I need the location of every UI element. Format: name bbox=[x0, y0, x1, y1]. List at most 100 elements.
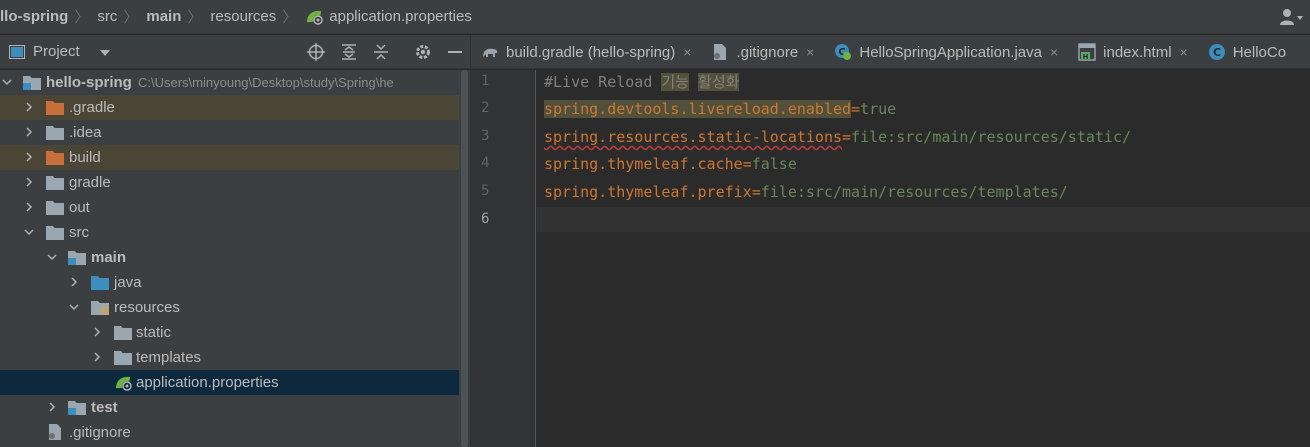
minimize-icon[interactable] bbox=[446, 43, 464, 61]
tree-item-label: test bbox=[91, 399, 118, 416]
tree-item-gitignore[interactable]: .gitignore bbox=[0, 420, 470, 445]
tree-item-resources[interactable]: resources bbox=[0, 295, 470, 320]
code-editor[interactable]: #Live Reload 기능 활성화 spring.devtools.live… bbox=[537, 70, 1310, 447]
chevron-down-icon[interactable] bbox=[2, 77, 12, 87]
project-tree: hello-spring C:\Users\minyoung\Desktop\s… bbox=[0, 70, 470, 447]
comment-text-highlighted: 활성화 bbox=[698, 73, 740, 91]
tree-item-test[interactable]: test bbox=[0, 395, 470, 420]
tree-item-label: static bbox=[136, 324, 172, 341]
tab-index-html[interactable]: H index.html × bbox=[1068, 35, 1198, 68]
code-line-4[interactable]: spring.thymeleaf.cache=false bbox=[544, 152, 797, 177]
property-key: spring.thymeleaf.prefix bbox=[544, 183, 752, 201]
tree-item-gradle-hidden[interactable]: .gradle bbox=[0, 95, 470, 120]
project-path: C:\Users\minyoung\Desktop\study\Spring\h… bbox=[138, 75, 394, 90]
breadcrumb-label: src bbox=[97, 8, 118, 25]
user-icon[interactable] bbox=[1278, 7, 1304, 27]
tree-item-build[interactable]: build bbox=[0, 145, 470, 170]
breadcrumb-separator: 〉 bbox=[282, 9, 298, 26]
chevron-right-icon[interactable] bbox=[69, 277, 79, 287]
breadcrumb-item-application-properties[interactable]: application.properties bbox=[305, 0, 472, 34]
project-window-icon bbox=[9, 45, 25, 59]
gear-icon[interactable] bbox=[414, 43, 432, 61]
breadcrumb-item-resources[interactable]: resources 〉 bbox=[210, 0, 305, 34]
tree-item-label: java bbox=[114, 274, 142, 291]
tab-hello-controller[interactable]: C HelloCo bbox=[1198, 35, 1296, 68]
property-value: file:src/main/resources/static/ bbox=[851, 128, 1132, 146]
code-line-1[interactable]: #Live Reload 기능 활성화 bbox=[544, 70, 740, 95]
navigation-bar: llo-spring 〉 src 〉 main 〉 resources 〉 ap… bbox=[0, 0, 1310, 34]
property-key: spring.devtools.livereload.enabled bbox=[544, 100, 852, 118]
line-number: 2 bbox=[481, 100, 490, 116]
tree-scrollbar[interactable] bbox=[459, 70, 470, 447]
chevron-down-icon[interactable] bbox=[24, 227, 34, 237]
chevron-right-icon[interactable] bbox=[24, 102, 34, 112]
breadcrumb-label: llo-spring bbox=[0, 8, 69, 25]
tab-build-gradle[interactable]: build.gradle (hello-spring) × bbox=[471, 35, 701, 68]
close-icon[interactable]: × bbox=[806, 44, 814, 60]
tree-item-label: out bbox=[69, 199, 90, 216]
breadcrumb-separator: 〉 bbox=[187, 9, 203, 26]
tree-item-hello-spring[interactable]: hello-spring C:\Users\minyoung\Desktop\s… bbox=[0, 70, 470, 95]
line-number: 4 bbox=[481, 155, 490, 171]
breadcrumb-label: main bbox=[146, 8, 182, 25]
breadcrumb-item-main[interactable]: main 〉 bbox=[146, 0, 210, 34]
property-value: true bbox=[860, 100, 897, 118]
spring-properties-icon bbox=[307, 10, 324, 25]
chevron-right-icon[interactable] bbox=[24, 177, 34, 187]
close-icon[interactable]: × bbox=[683, 44, 691, 60]
tree-item-label: hello-spring bbox=[46, 74, 132, 91]
class-icon: C bbox=[1208, 44, 1225, 60]
tree-item-java[interactable]: java bbox=[0, 270, 470, 295]
tree-item-idea[interactable]: .idea bbox=[0, 120, 470, 145]
svg-text:C: C bbox=[1213, 46, 1221, 59]
tree-item-application-properties[interactable]: application.properties bbox=[0, 370, 470, 395]
chevron-down-icon[interactable] bbox=[69, 302, 79, 312]
chevron-right-icon[interactable] bbox=[47, 402, 57, 412]
gitignore-file-icon bbox=[714, 44, 727, 60]
tree-item-out[interactable]: out bbox=[0, 195, 470, 220]
tree-item-static[interactable]: static bbox=[0, 320, 470, 345]
tree-item-label: build bbox=[69, 149, 101, 166]
folder-icon bbox=[46, 126, 64, 140]
tree-item-main[interactable]: main bbox=[0, 245, 470, 270]
expand-all-icon[interactable] bbox=[340, 43, 358, 61]
line-number: 1 bbox=[481, 73, 490, 89]
chevron-down-icon[interactable] bbox=[100, 50, 110, 56]
tab-label: HelloCo bbox=[1232, 43, 1287, 61]
chevron-right-icon[interactable] bbox=[92, 327, 102, 337]
module-folder-icon bbox=[68, 251, 86, 265]
tree-item-label: src bbox=[69, 224, 89, 241]
chevron-right-icon[interactable] bbox=[24, 202, 34, 212]
folder-icon bbox=[114, 326, 132, 340]
code-line-3[interactable]: spring.resources.static-locations=file:s… bbox=[544, 125, 1131, 150]
comment-text bbox=[689, 73, 698, 91]
tab-gitignore[interactable]: .gitignore × bbox=[701, 35, 824, 68]
property-key-unresolved: spring.resources.static-locations bbox=[544, 128, 843, 146]
code-line-2[interactable]: spring.devtools.livereload.enabled=true bbox=[544, 97, 896, 122]
chevron-down-icon[interactable] bbox=[47, 252, 57, 262]
chevron-right-icon[interactable] bbox=[24, 152, 34, 162]
tree-item-src[interactable]: src bbox=[0, 220, 470, 245]
caret-row-highlight bbox=[537, 207, 1310, 232]
close-icon[interactable]: × bbox=[1180, 44, 1188, 60]
source-folder-icon bbox=[91, 276, 109, 290]
chevron-right-icon[interactable] bbox=[92, 352, 102, 362]
resources-folder-icon bbox=[91, 301, 109, 315]
breadcrumb-item-project[interactable]: llo-spring 〉 bbox=[0, 0, 97, 34]
breadcrumb-item-src[interactable]: src 〉 bbox=[97, 0, 146, 34]
tree-item-gradle[interactable]: gradle bbox=[0, 170, 470, 195]
tab-hello-spring-application[interactable]: C HelloSpringApplication.java × bbox=[824, 35, 1068, 68]
tree-scrollbar-thumb[interactable] bbox=[461, 70, 468, 447]
module-folder-icon bbox=[68, 401, 86, 415]
project-view-selector[interactable]: Project bbox=[33, 43, 80, 60]
collapse-all-icon[interactable] bbox=[372, 43, 390, 61]
close-icon[interactable]: × bbox=[1050, 44, 1058, 60]
tab-label: index.html bbox=[1103, 43, 1172, 61]
property-value: file:src/main/resources/templates/ bbox=[760, 183, 1068, 201]
code-line-5[interactable]: spring.thymeleaf.prefix=file:src/main/re… bbox=[544, 180, 1068, 205]
tree-item-label: .gradle bbox=[69, 99, 115, 116]
chevron-right-icon[interactable] bbox=[24, 127, 34, 137]
tree-item-templates[interactable]: templates bbox=[0, 345, 470, 370]
locate-file-icon[interactable] bbox=[307, 43, 325, 61]
tree-item-label: resources bbox=[114, 299, 180, 316]
